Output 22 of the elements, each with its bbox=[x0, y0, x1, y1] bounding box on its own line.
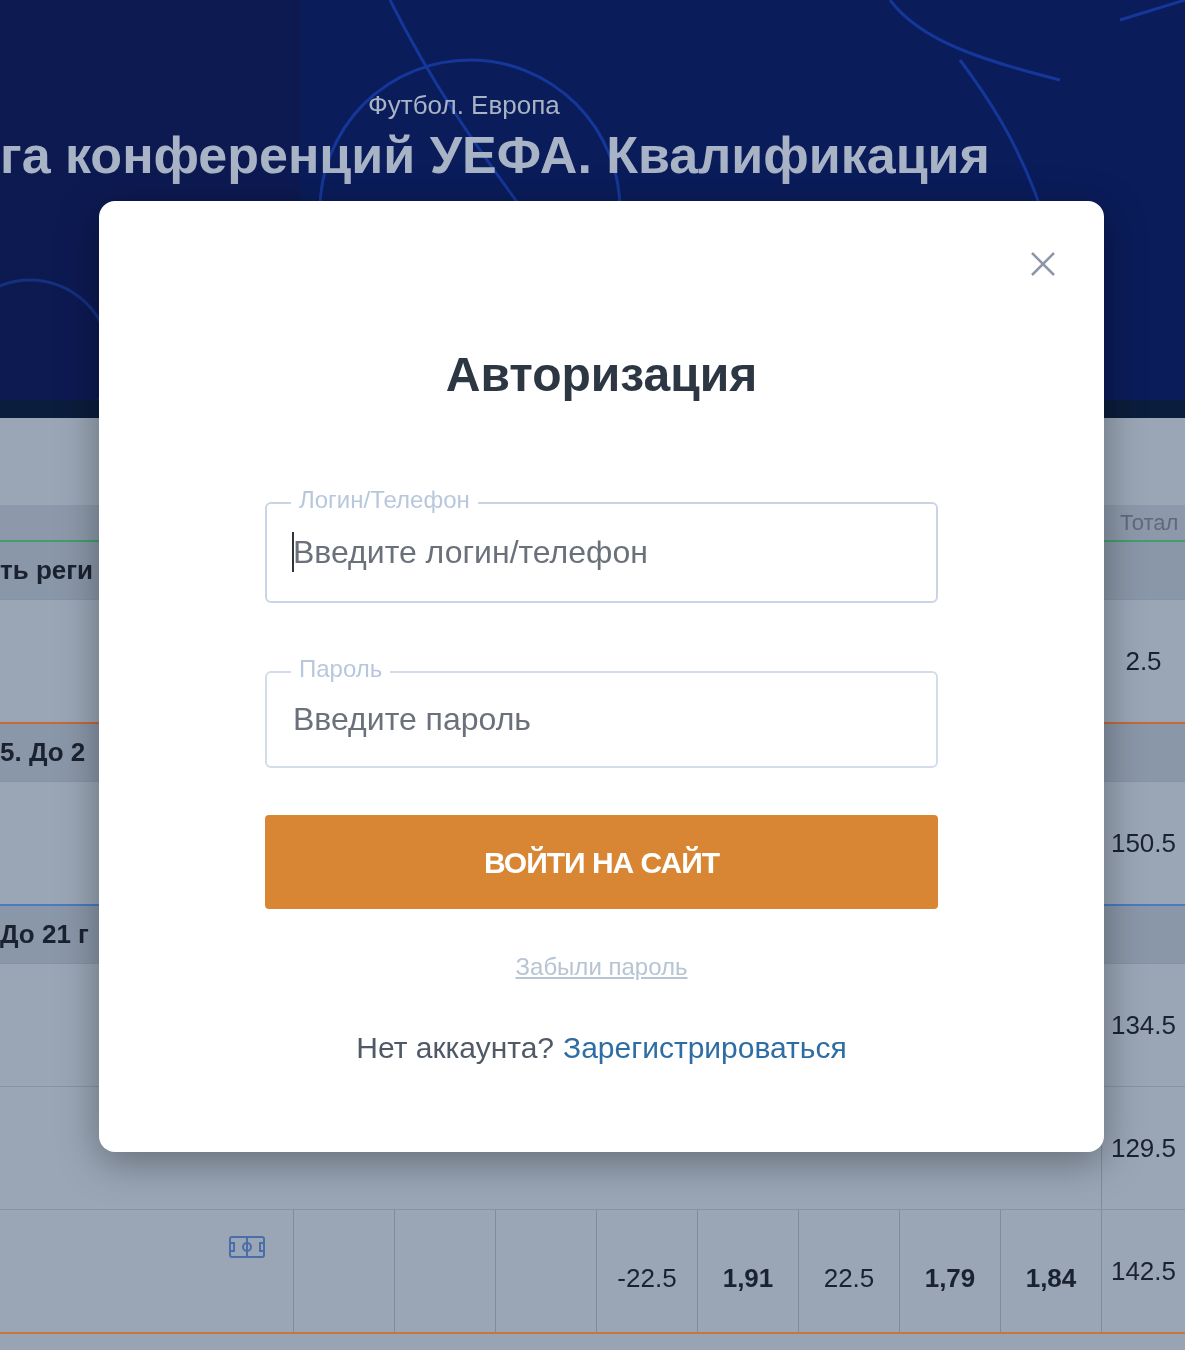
league-name: ть реги bbox=[0, 554, 94, 587]
odds-value: 1,84 bbox=[1025, 1262, 1077, 1295]
close-icon bbox=[1030, 251, 1056, 277]
odds-value: 22.5 bbox=[823, 1262, 875, 1295]
league-name: 5. До 2 bbox=[0, 736, 86, 769]
login-button[interactable]: ВОЙТИ НА САЙТ bbox=[265, 815, 938, 909]
league-name: До 21 г bbox=[0, 918, 89, 951]
sport-category: Футбол. Европа bbox=[368, 89, 561, 122]
register-link[interactable]: Зарегистрироваться bbox=[563, 1025, 847, 1070]
football-field-icon bbox=[229, 1236, 265, 1258]
total-value: 150.5 bbox=[1110, 826, 1177, 860]
text-cursor bbox=[292, 532, 294, 572]
odds-value: 1,91 bbox=[722, 1262, 774, 1295]
odds-value: 1,79 bbox=[924, 1262, 976, 1295]
odds-value: -22.5 bbox=[617, 1262, 677, 1295]
total-value: 2.5 bbox=[1125, 644, 1162, 678]
dialog-title: Авторизация bbox=[445, 351, 758, 399]
no-account-text: Нет аккаунта? bbox=[356, 1030, 554, 1066]
forgot-password-link[interactable]: Забыли пароль bbox=[515, 949, 688, 985]
total-value: 129.5 bbox=[1110, 1131, 1177, 1165]
total-value: 134.5 bbox=[1110, 1008, 1177, 1042]
total-value: 142.5 bbox=[1110, 1254, 1177, 1288]
